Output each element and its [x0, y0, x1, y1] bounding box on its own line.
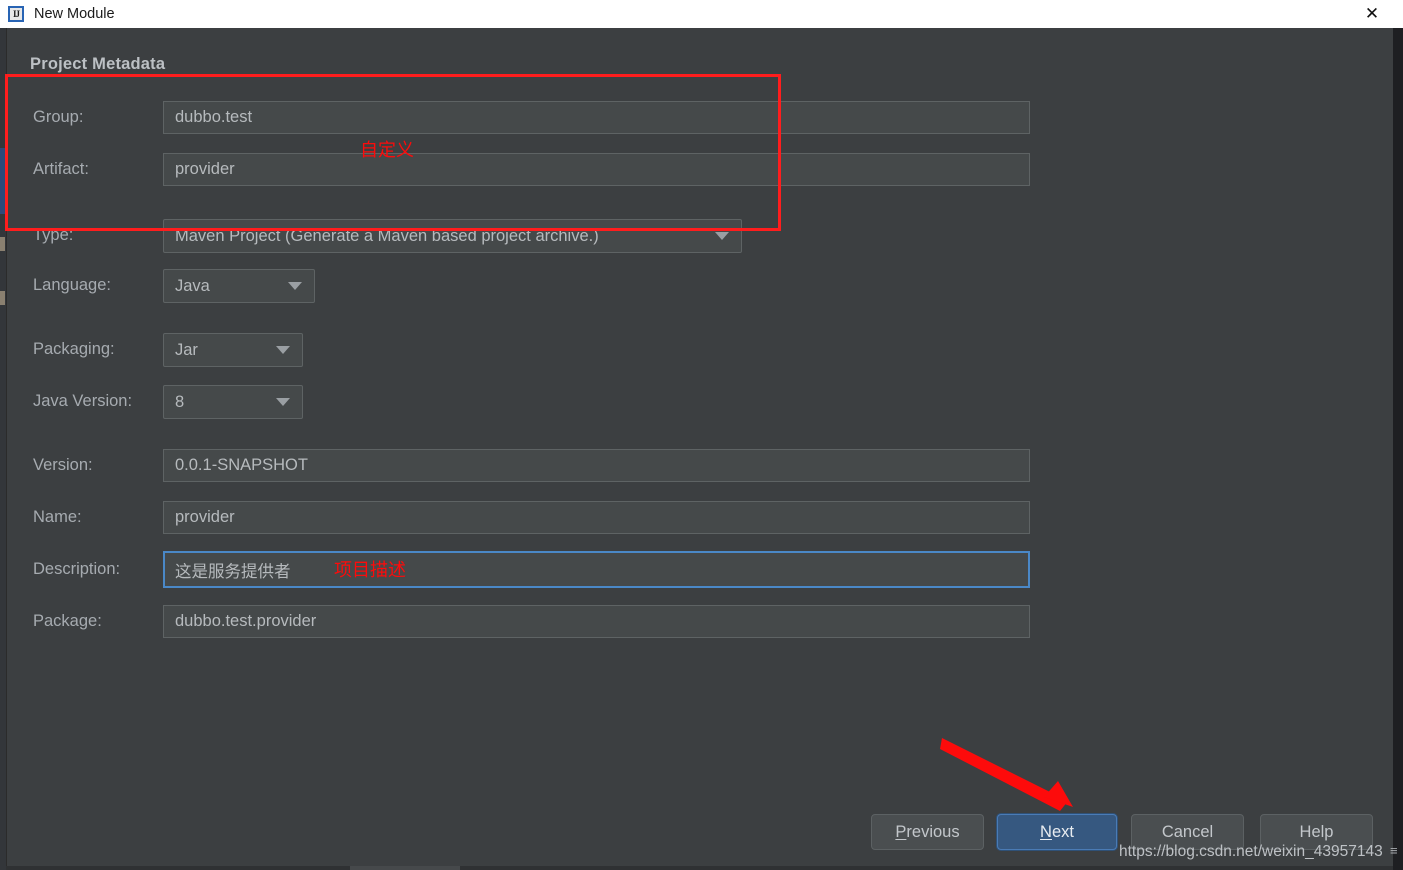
package-label-row: Package: [33, 612, 102, 631]
language-label: Language: [33, 276, 111, 294]
java-version-combobox[interactable]: 8 [163, 385, 303, 419]
close-icon[interactable]: ✕ [1351, 0, 1393, 28]
name-label: Name: [33, 508, 82, 526]
group-label-row: Group: [33, 108, 83, 127]
type-label-row: Type: [33, 226, 73, 245]
watermark-tick: ≡ [1390, 843, 1398, 858]
page-title: Project Metadata [30, 55, 166, 73]
next-button-label: ext [1051, 822, 1074, 841]
packaging-combobox-value: Jar [175, 340, 198, 359]
type-combobox-value: Maven Project (Generate a Maven based pr… [175, 226, 599, 245]
version-label: Version: [33, 456, 93, 474]
artifact-label-row: Artifact: [33, 160, 89, 179]
next-button[interactable]: Next [997, 814, 1117, 850]
new-module-dialog: IJ New Module ✕ Project Metadata Group: … [0, 0, 1403, 870]
artifact-label: Artifact: [33, 160, 89, 178]
language-combobox[interactable]: Java [163, 269, 315, 303]
description-input[interactable]: 这是服务提供者 [163, 551, 1030, 588]
chevron-down-icon [715, 232, 729, 240]
chevron-down-icon [276, 398, 290, 406]
background-window-artifact [0, 148, 5, 214]
previous-button-mnemonic: P [895, 822, 907, 841]
previous-button[interactable]: Previous [871, 814, 984, 850]
chevron-down-icon [288, 282, 302, 290]
window-titlebar: IJ New Module ✕ [0, 0, 1403, 28]
package-input[interactable]: dubbo.test.provider [163, 605, 1030, 638]
version-label-row: Version: [33, 456, 93, 475]
next-button-mnemonic: N [1040, 822, 1052, 841]
window-title: New Module [34, 6, 115, 22]
window-bottom-edge-highlight [350, 866, 460, 870]
package-label: Package: [33, 612, 102, 630]
description-label-row: Description: [33, 560, 120, 579]
watermark-url: https://blog.csdn.net/weixin_43957143 [1119, 843, 1383, 860]
group-input[interactable]: dubbo.test [163, 101, 1030, 134]
packaging-label: Packaging: [33, 340, 115, 358]
java-version-label-row: Java Version: [33, 392, 132, 411]
window-bottom-edge [6, 866, 1393, 870]
packaging-combobox[interactable]: Jar [163, 333, 303, 367]
background-window-artifact [0, 291, 5, 305]
description-label: Description: [33, 560, 121, 578]
background-window-artifact [0, 237, 5, 251]
window-right-edge [1393, 28, 1403, 870]
name-label-row: Name: [33, 508, 82, 527]
name-input[interactable]: provider [163, 501, 1030, 534]
chevron-down-icon [276, 346, 290, 354]
language-label-row: Language: [33, 276, 111, 295]
artifact-input[interactable]: provider [163, 153, 1030, 186]
intellij-idea-icon: IJ [8, 6, 24, 22]
packaging-label-row: Packaging: [33, 340, 115, 359]
group-label: Group: [33, 108, 84, 126]
java-version-combobox-value: 8 [175, 392, 185, 411]
previous-button-label: revious [906, 822, 960, 841]
java-version-label: Java Version: [33, 392, 133, 410]
language-combobox-value: Java [175, 276, 210, 295]
version-input[interactable]: 0.0.1-SNAPSHOT [163, 449, 1030, 482]
type-label: Type: [33, 226, 74, 244]
type-combobox[interactable]: Maven Project (Generate a Maven based pr… [163, 219, 742, 253]
